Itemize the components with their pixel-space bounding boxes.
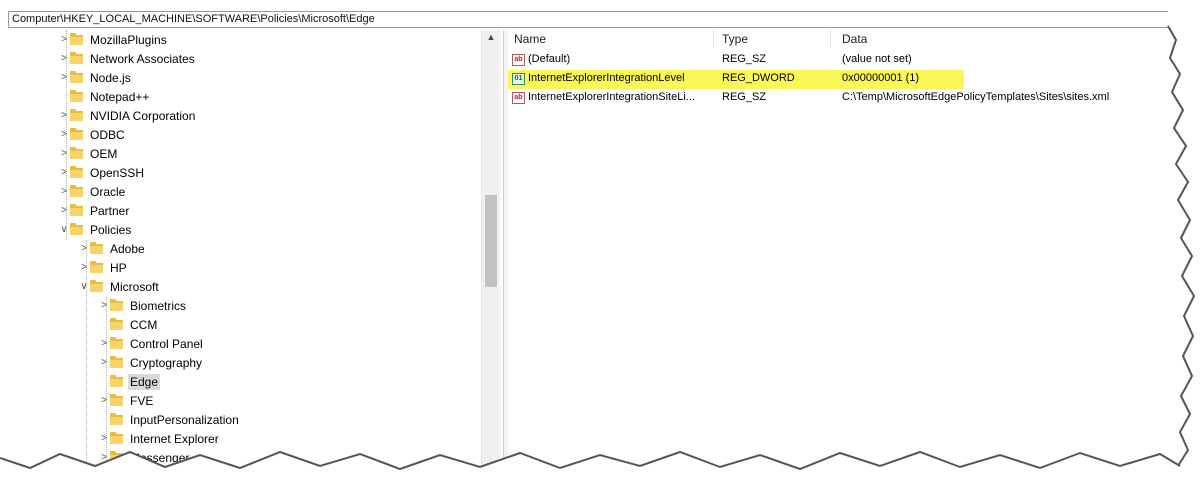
torn-edge-decoration <box>0 0 1202 479</box>
